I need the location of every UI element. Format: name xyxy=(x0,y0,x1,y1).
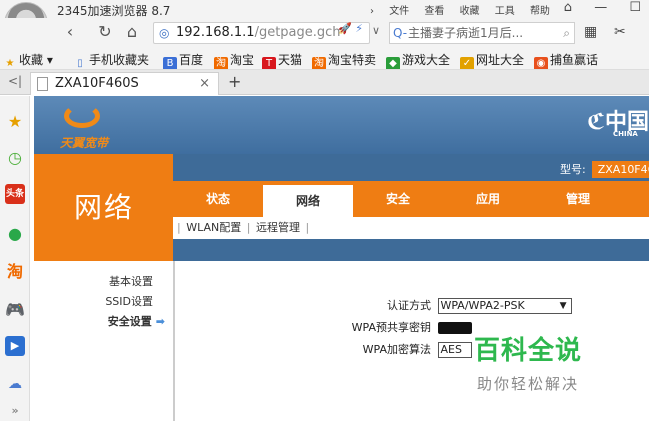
sub-nav: | WLAN配置 | 远程管理 | xyxy=(173,217,649,239)
browser-titlebar: 2345加速浏览器 8.7 › 文件 查看 收藏 工具 帮助 ⌂ — ☐ xyxy=(0,0,649,46)
tab-status[interactable]: 状态 xyxy=(173,181,263,217)
algo-label: WPA加密算法 xyxy=(362,343,431,356)
headline-news-icon[interactable]: 头条 xyxy=(5,184,25,204)
select-caret-icon: ▼ xyxy=(559,301,567,311)
tianyi-logo-icon xyxy=(64,104,100,128)
side-menu: 基本设置 SSID设置 安全设置 ➡ xyxy=(34,261,173,421)
subnav-remote[interactable]: 远程管理 xyxy=(256,221,300,234)
watermark-title: 百科全说 xyxy=(473,336,582,366)
browser-navbar: ‹ ↻ ⌂ ◎ 192.168.1.1/getpage.gch 🚀 ⚡ ∨ Q-… xyxy=(0,18,649,48)
collapse-sidebar-icon[interactable]: <| xyxy=(8,74,22,88)
more-icon[interactable]: » xyxy=(5,401,25,421)
subnav-wlan[interactable]: WLAN配置 xyxy=(186,221,241,234)
watermark: 百科全说 助你轻松解决 xyxy=(448,330,608,393)
arrow-right-icon: ➡ xyxy=(155,315,165,328)
apps-grid-icon[interactable]: ▦ xyxy=(584,24,597,40)
search-icon[interactable]: ⌕ xyxy=(563,23,570,43)
title-menus: › 文件 查看 收藏 工具 帮助 xyxy=(370,2,562,17)
scissors-icon[interactable]: ✂ xyxy=(614,24,626,40)
section-panel: 网络 xyxy=(34,154,173,261)
menu-favorites[interactable]: 收藏 xyxy=(460,6,480,17)
tab-router[interactable]: ZXA10F460S × xyxy=(30,72,219,95)
search-input[interactable]: Q- 主播妻子病逝1月后... ⌕ xyxy=(389,22,575,44)
tab-network[interactable]: 网络 xyxy=(263,181,353,217)
bookmark-taobao[interactable]: 淘淘宝 xyxy=(214,51,254,69)
bookmark-mobile[interactable]: ▯ 手机收藏夹 xyxy=(73,51,149,69)
model-info: 型号:ZXA10F460 xyxy=(560,161,649,178)
bookmark-baidu[interactable]: B 百度 xyxy=(163,51,203,69)
taobao-icon[interactable]: 淘 xyxy=(5,262,25,282)
window-controls: ⌂ — ☐ xyxy=(546,0,641,15)
game-controller-icon[interactable]: 🎮 xyxy=(5,300,25,320)
model-bar: 型号:ZXA10F460 xyxy=(173,154,649,181)
menu-view[interactable]: 查看 xyxy=(424,6,444,17)
address-host: 192.168.1.1 xyxy=(176,25,255,40)
auth-label: 认证方式 xyxy=(387,299,431,312)
search-engine-icon[interactable]: Q- xyxy=(393,23,407,43)
weather-icon[interactable]: ☁ xyxy=(5,374,25,394)
app-title: 2345加速浏览器 8.7 xyxy=(57,4,171,18)
bookmark-favorites[interactable]: ★ 收藏 ▾ xyxy=(3,51,53,69)
psk-label: WPA预共享密钥 xyxy=(351,321,431,334)
minimize-icon[interactable]: — xyxy=(594,0,607,15)
address-dropdown-icon[interactable]: ∨ xyxy=(372,24,380,37)
bookmark-fishing[interactable]: ◉ 捕鱼赢话 xyxy=(534,51,598,69)
new-tab-button[interactable]: + xyxy=(228,72,241,91)
video-icon[interactable]: ▶ xyxy=(5,336,25,356)
menu-file[interactable]: 文件 xyxy=(389,6,409,17)
address-path: /getpage.gch xyxy=(254,25,341,40)
auth-row: 认证方式 WPA/WPA2-PSK ▼ xyxy=(315,297,572,314)
bookmark-taobao-sale[interactable]: 淘淘宝特卖 xyxy=(312,51,376,69)
page-banner: 天翼宽带 ℭ中国 CHINA xyxy=(34,96,649,154)
tab-security[interactable]: 安全 xyxy=(353,181,443,217)
section-title: 网络 xyxy=(74,191,135,224)
bookmark-games[interactable]: ◆ 游戏大全 xyxy=(386,51,450,69)
history-clock-icon[interactable]: ◷ xyxy=(5,148,25,168)
main-nav: 状态 网络 安全 应用 管理 xyxy=(173,181,649,217)
favorites-star-icon[interactable]: ★ xyxy=(5,112,25,132)
refresh-icon[interactable]: ↻ xyxy=(95,22,115,42)
page-icon xyxy=(37,77,48,91)
sidebar-item-ssid[interactable]: SSID设置 xyxy=(105,293,153,309)
accelerate-icon[interactable]: 🚀 ⚡ xyxy=(338,22,363,35)
content-header-strip xyxy=(173,239,649,261)
bookmarks-bar: ★ 收藏 ▾ ▯ 手机收藏夹 B 百度 淘淘宝 T 天猫 淘淘宝特卖 ◆ 游戏大全 ✓ 网址… xyxy=(0,48,649,70)
left-rail: ★ ◷ 头条 ● 淘 🎮 ▶ ☁ » xyxy=(0,96,30,421)
close-tab-icon[interactable]: × xyxy=(199,73,210,95)
menu-tools[interactable]: 工具 xyxy=(495,6,515,17)
bookmark-tmall[interactable]: T 天猫 xyxy=(262,51,302,69)
bookmark-sites[interactable]: ✓ 网址大全 xyxy=(460,51,524,69)
search-placeholder: 主播妻子病逝1月后... xyxy=(408,26,524,40)
back-icon[interactable]: ‹ xyxy=(60,22,80,42)
watermark-subtitle: 助你轻松解决 xyxy=(476,375,579,393)
tab-title: ZXA10F460S xyxy=(55,76,139,91)
skin-icon[interactable]: ⌂ xyxy=(564,0,572,15)
tab-application[interactable]: 应用 xyxy=(443,181,533,217)
sidebar-item-security[interactable]: 安全设置 ➡ xyxy=(108,313,165,329)
sidebar-item-basic[interactable]: 基本设置 xyxy=(109,273,153,289)
tab-management[interactable]: 管理 xyxy=(533,181,623,217)
brand-name: 天翼宽带 xyxy=(60,136,109,150)
home-icon[interactable]: ⌂ xyxy=(122,22,142,42)
auth-select[interactable]: WPA/WPA2-PSK ▼ xyxy=(437,298,572,314)
model-value: ZXA10F460 xyxy=(591,161,649,178)
china-telecom-logo: ℭ中国 CHINA xyxy=(586,110,649,138)
site-info-icon[interactable]: ◎ xyxy=(159,23,169,43)
maximize-icon[interactable]: ☐ xyxy=(629,0,641,15)
tab-strip: <| ZXA10F460S × + xyxy=(0,70,649,95)
dropdown-arrow-icon[interactable]: › xyxy=(370,6,374,17)
wechat-icon[interactable]: ● xyxy=(5,224,25,244)
